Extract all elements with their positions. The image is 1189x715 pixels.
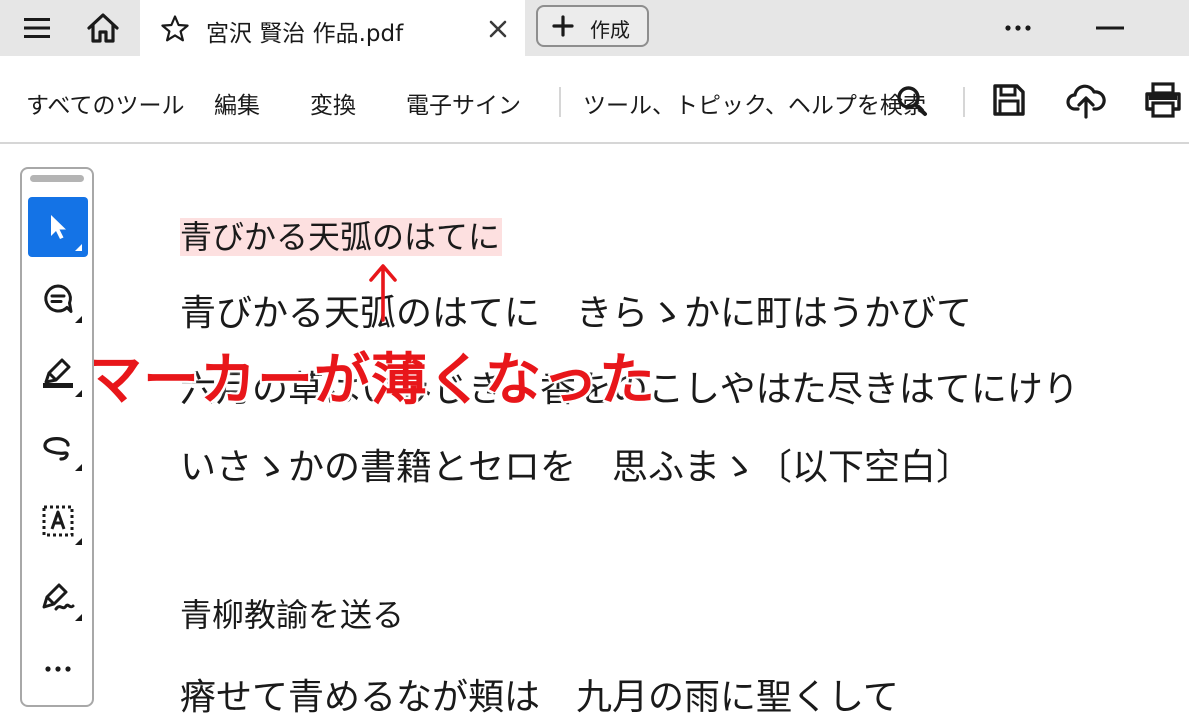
all-tools-menu[interactable]: すべてのツール — [26, 86, 184, 120]
comment-tool[interactable] — [28, 269, 88, 329]
draw-tool[interactable] — [28, 417, 88, 477]
text-box-icon — [42, 505, 74, 537]
create-label: 作成 — [590, 18, 630, 42]
highlight-icon — [43, 358, 73, 388]
minimize-button[interactable] — [1082, 0, 1138, 56]
menu-button[interactable] — [10, 0, 64, 56]
tab-bar: 宮沢 賢治 作品.pdf 作成 — [0, 0, 1189, 56]
document-tab[interactable]: 宮沢 賢治 作品.pdf — [140, 0, 525, 56]
toolbar-divider — [963, 87, 965, 117]
tool-menu-indicator — [75, 538, 82, 545]
text-box-tool[interactable] — [28, 491, 88, 551]
annotation-callout: マーカーが薄くなった — [86, 348, 656, 413]
create-button[interactable]: 作成 — [536, 5, 649, 47]
more-button[interactable] — [990, 0, 1046, 56]
more-icon — [1005, 25, 1031, 31]
save-icon[interactable] — [991, 82, 1027, 118]
poem-title: 青柳教諭を送る — [180, 596, 405, 634]
more-tools-icon — [45, 666, 71, 672]
tool-menu-indicator — [75, 614, 82, 621]
plus-icon — [552, 15, 574, 37]
tool-menu-indicator — [75, 464, 82, 471]
edit-menu[interactable]: 編集 — [214, 86, 260, 120]
toolbar-divider — [559, 87, 561, 117]
minimize-icon — [1096, 26, 1124, 30]
menu-icon — [24, 18, 50, 38]
star-icon[interactable] — [160, 14, 190, 44]
sign-tool[interactable] — [28, 567, 88, 627]
main-toolbar: すべてのツール 編集 変換 電子サイン ツール、トピック、ヘルプを検索 — [0, 56, 1189, 144]
more-tools-button[interactable] — [28, 639, 88, 699]
tool-menu-indicator — [75, 390, 82, 397]
draw-icon — [43, 437, 70, 461]
close-icon — [489, 20, 507, 38]
home-icon — [87, 13, 119, 43]
esign-menu[interactable]: 電子サイン — [406, 86, 521, 120]
tab-title: 宮沢 賢治 作品.pdf — [206, 21, 404, 47]
poem-title: 青びかる天弧のはてに — [180, 212, 503, 258]
print-icon[interactable] — [1143, 82, 1183, 118]
poem-line: いさゝかの書籍とセロを 思ふまゝ〔以下空白〕 — [180, 447, 973, 488]
poem-line: 青びかる天弧のはてに きらゝかに町はうかびて — [180, 293, 973, 334]
select-icon — [51, 215, 66, 239]
tool-menu-indicator — [75, 316, 82, 323]
home-button[interactable] — [72, 0, 134, 56]
rail-drag-handle[interactable] — [30, 175, 84, 182]
comment-icon — [44, 284, 73, 313]
quick-tools-rail — [20, 167, 94, 707]
search-input[interactable]: ツール、トピック、ヘルプを検索 — [583, 86, 926, 120]
highlight-tool[interactable] — [28, 343, 88, 403]
select-tool[interactable] — [28, 197, 88, 257]
arrow-up-icon — [369, 264, 397, 322]
poem-line: 瘠せて青めるなが頬は 九月の雨に聖くして — [180, 677, 899, 715]
tool-menu-indicator — [75, 244, 82, 251]
tab-close-button[interactable] — [485, 16, 511, 42]
upload-icon[interactable] — [1066, 80, 1106, 120]
document-view[interactable]: 青びかる天弧のはてに 青びかる天弧のはてに きらゝかに町はうかびて 六月の草はい… — [0, 146, 1189, 715]
sign-icon — [42, 583, 75, 611]
search-icon[interactable] — [895, 84, 929, 118]
highlighted-text[interactable]: 青びかる天弧のはてに — [180, 218, 503, 256]
convert-menu[interactable]: 変換 — [310, 86, 356, 120]
